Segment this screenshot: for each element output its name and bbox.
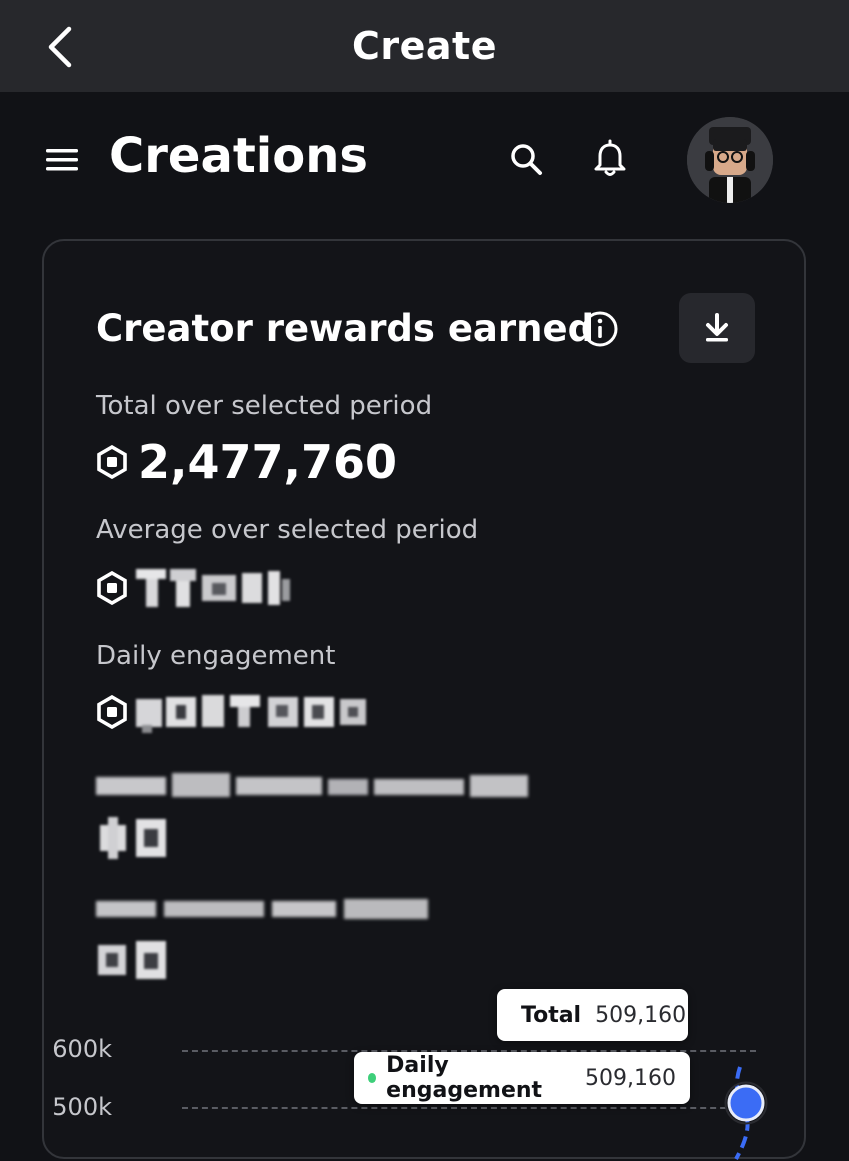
redacted-label (96, 773, 528, 797)
page-header: Creations (0, 92, 849, 232)
page-title: Creations (109, 128, 368, 184)
total-amount: 2,477,760 (138, 435, 397, 489)
series-dot-daily-engagement (368, 1073, 377, 1083)
average-value (96, 565, 296, 611)
tooltip-series-value: 509,160 (585, 1065, 676, 1091)
card-title: Creator rewards earned (96, 307, 595, 350)
download-button[interactable] (679, 293, 755, 363)
redacted-value (136, 569, 290, 607)
tooltip-total: Total 509,160 (497, 989, 688, 1041)
redacted-label (96, 899, 428, 919)
chart-point[interactable] (724, 1081, 768, 1125)
daily-engagement-label: Daily engagement (96, 641, 336, 671)
tooltip-daily-engagement: Daily engagement 509,160 (354, 1052, 690, 1104)
daily-engagement-value (96, 689, 376, 735)
avatar[interactable] (687, 117, 773, 203)
tooltip-series-name: Total (521, 1002, 582, 1028)
download-icon (706, 313, 728, 342)
total-value: 2,477,760 (96, 435, 397, 489)
menu-button[interactable] (44, 146, 80, 174)
search-icon (511, 144, 542, 175)
hamburger-icon (46, 149, 78, 171)
redacted-value (136, 695, 366, 733)
top-bar-title: Create (352, 24, 497, 68)
robux-icon (97, 571, 127, 605)
tooltip-series-value: 509,160 (595, 1002, 687, 1028)
average-label: Average over selected period (96, 515, 479, 545)
robux-icon (97, 445, 127, 479)
search-button[interactable] (505, 138, 549, 182)
notifications-button[interactable] (588, 138, 632, 182)
avatar-image (687, 117, 773, 203)
y-tick-label: 600k (52, 1035, 112, 1063)
robux-icon (97, 695, 127, 729)
top-bar: Create (0, 0, 849, 92)
total-label: Total over selected period (96, 391, 433, 421)
bell-icon (594, 139, 626, 176)
redacted-value (100, 817, 166, 859)
info-icon[interactable] (580, 309, 620, 349)
rewards-card: Creator rewards earned Total over select… (42, 239, 806, 1160)
tooltip-series-name: Daily engagement (386, 1053, 543, 1103)
redacted-value (98, 941, 166, 979)
y-tick-label: 500k (52, 1093, 112, 1121)
gridline-500k (182, 1107, 756, 1109)
